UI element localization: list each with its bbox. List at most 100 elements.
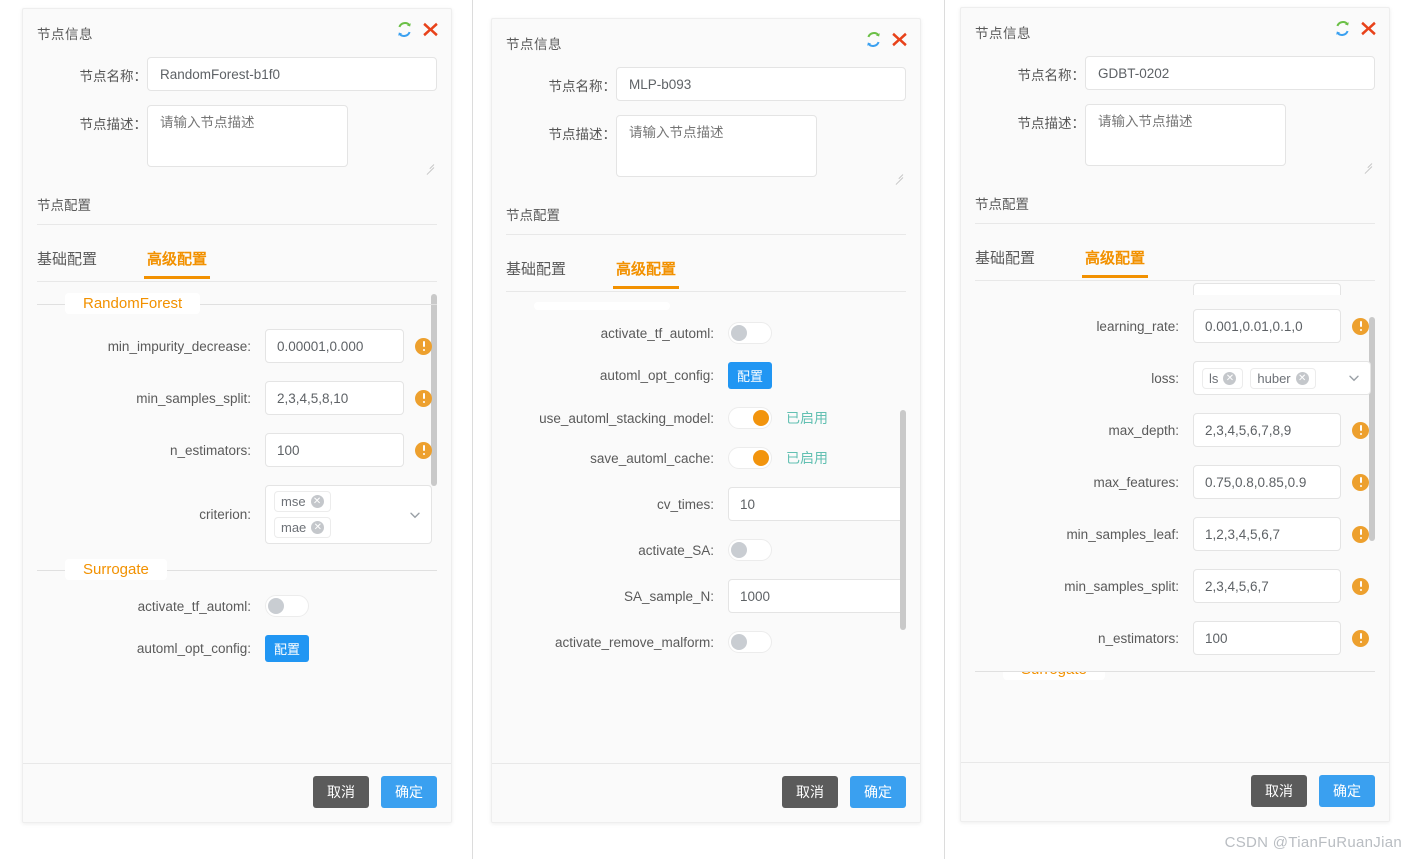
activate-remove-malform-switch[interactable]: [728, 631, 772, 653]
confirm-button[interactable]: 确定: [850, 776, 906, 808]
group-surrogate-clipped: Surrogate: [975, 671, 1375, 683]
param-row: cv_times:: [506, 487, 906, 521]
switch-knob: [731, 325, 747, 341]
config-scroll-area[interactable]: activate_tf_automl: automl_opt_config: 配…: [506, 292, 906, 754]
param-input[interactable]: [1193, 309, 1341, 343]
node-info-title: 节点信息: [961, 8, 1389, 42]
tag-remove-icon[interactable]: ✕: [311, 495, 324, 508]
param-row: learning_rate:: [975, 309, 1375, 343]
param-input[interactable]: [265, 381, 404, 415]
clipped-param-row: [975, 281, 1375, 295]
scrollbar-thumb[interactable]: [900, 410, 906, 630]
node-dialog: 节点信息 节点名称：: [491, 18, 921, 823]
save-automl-cache-switch[interactable]: [728, 447, 772, 469]
param-input[interactable]: [1193, 569, 1341, 603]
node-desc-textarea[interactable]: [147, 105, 348, 167]
config-tabs: 基础配置 高级配置: [961, 224, 1389, 280]
group-surrogate: Surrogate activate_tf_automl: automl_opt…: [37, 570, 437, 662]
confirm-button[interactable]: 确定: [1319, 775, 1375, 807]
refresh-icon[interactable]: [865, 31, 882, 48]
close-icon[interactable]: [891, 31, 908, 48]
param-input[interactable]: [1193, 413, 1341, 447]
warning-icon[interactable]: [415, 442, 432, 459]
resize-grip-icon: [1362, 158, 1372, 168]
node-desc-row: 节点描述：: [23, 105, 451, 172]
switch-status-label: 已启用: [786, 448, 828, 468]
node-desc-textarea[interactable]: [616, 115, 817, 177]
refresh-icon[interactable]: [396, 21, 413, 38]
param-row: min_samples_split:: [975, 569, 1375, 603]
cancel-button[interactable]: 取消: [782, 776, 838, 808]
activate-tf-automl-switch[interactable]: [265, 595, 309, 617]
param-input[interactable]: [265, 433, 404, 467]
dialog-actions: [1334, 20, 1377, 37]
confirm-button[interactable]: 确定: [381, 776, 437, 808]
selected-tag: ls ✕: [1202, 368, 1243, 389]
warning-icon[interactable]: [1352, 526, 1369, 543]
param-label: learning_rate:: [975, 319, 1193, 334]
watermark: CSDN @TianFuRuanJian: [1225, 834, 1402, 851]
node-name-input[interactable]: [1085, 56, 1375, 90]
param-label: max_depth:: [975, 423, 1193, 438]
config-scroll-area[interactable]: learning_rate: loss: ls ✕ huber ✕: [975, 281, 1375, 743]
automl-opt-config-button[interactable]: 配置: [728, 362, 772, 389]
close-icon[interactable]: [422, 21, 439, 38]
cancel-button[interactable]: 取消: [1251, 775, 1307, 807]
node-name-row: 节点名称：: [492, 67, 920, 101]
param-input[interactable]: [1193, 465, 1341, 499]
node-name-input[interactable]: [147, 57, 437, 91]
tab-basic-config[interactable]: 基础配置: [975, 247, 1035, 280]
node-desc-row: 节点描述：: [961, 104, 1389, 171]
warning-icon[interactable]: [1352, 474, 1369, 491]
chevron-down-icon[interactable]: [409, 509, 421, 521]
use-automl-stacking-model-switch[interactable]: [728, 407, 772, 429]
tag-remove-icon[interactable]: ✕: [1296, 372, 1309, 385]
activate-tf-automl-switch[interactable]: [728, 322, 772, 344]
activate-sa-switch[interactable]: [728, 539, 772, 561]
node-desc-textarea[interactable]: [1085, 104, 1286, 166]
param-input[interactable]: [728, 487, 906, 521]
param-row: min_samples_leaf:: [975, 517, 1375, 551]
param-row: SA_sample_N:: [506, 579, 906, 613]
scrollbar-thumb[interactable]: [1369, 317, 1375, 541]
tab-advanced-config[interactable]: 高级配置: [616, 258, 676, 291]
warning-icon[interactable]: [415, 390, 432, 407]
node-name-input[interactable]: [616, 67, 906, 101]
param-label: automl_opt_config:: [506, 368, 728, 383]
cancel-button[interactable]: 取消: [313, 776, 369, 808]
warning-icon[interactable]: [1352, 422, 1369, 439]
tab-basic-config[interactable]: 基础配置: [506, 258, 566, 291]
param-label: min_impurity_decrease:: [37, 339, 265, 354]
node-name-row: 节点名称：: [23, 57, 451, 91]
tag-remove-icon[interactable]: ✕: [311, 521, 324, 534]
loss-multiselect[interactable]: ls ✕ huber ✕: [1193, 361, 1371, 395]
tab-advanced-config[interactable]: 高级配置: [147, 248, 207, 281]
param-input[interactable]: [728, 579, 906, 613]
param-input[interactable]: [265, 329, 404, 363]
refresh-icon[interactable]: [1334, 20, 1351, 37]
close-icon[interactable]: [1360, 20, 1377, 37]
param-input[interactable]: [1193, 517, 1341, 551]
node-name-label: 节点名称：: [23, 57, 147, 85]
param-row: activate_SA:: [506, 539, 906, 561]
tag-remove-icon[interactable]: ✕: [1223, 372, 1236, 385]
param-row: activate_tf_automl:: [37, 595, 437, 617]
tab-advanced-config[interactable]: 高级配置: [1085, 247, 1145, 280]
warning-icon[interactable]: [1352, 318, 1369, 335]
dialog-footer: 取消 确定: [492, 763, 920, 822]
criterion-multiselect[interactable]: mse ✕ mae ✕: [265, 485, 432, 544]
chevron-down-icon[interactable]: [1348, 372, 1360, 384]
param-row: save_automl_cache: 已启用: [506, 447, 906, 469]
warning-icon[interactable]: [415, 338, 432, 355]
param-input[interactable]: [1193, 621, 1341, 655]
config-scroll-area[interactable]: RandomForest min_impurity_decrease: min_…: [37, 282, 437, 752]
param-row: loss: ls ✕ huber ✕: [975, 361, 1375, 395]
tab-basic-config[interactable]: 基础配置: [37, 248, 97, 281]
param-row: min_samples_split:: [37, 381, 437, 415]
automl-opt-config-button[interactable]: 配置: [265, 635, 309, 662]
switch-status-label: 已启用: [786, 408, 828, 428]
warning-icon[interactable]: [1352, 578, 1369, 595]
node-config-title: 节点配置: [961, 171, 1389, 223]
dialog-actions: [396, 21, 439, 38]
warning-icon[interactable]: [1352, 630, 1369, 647]
